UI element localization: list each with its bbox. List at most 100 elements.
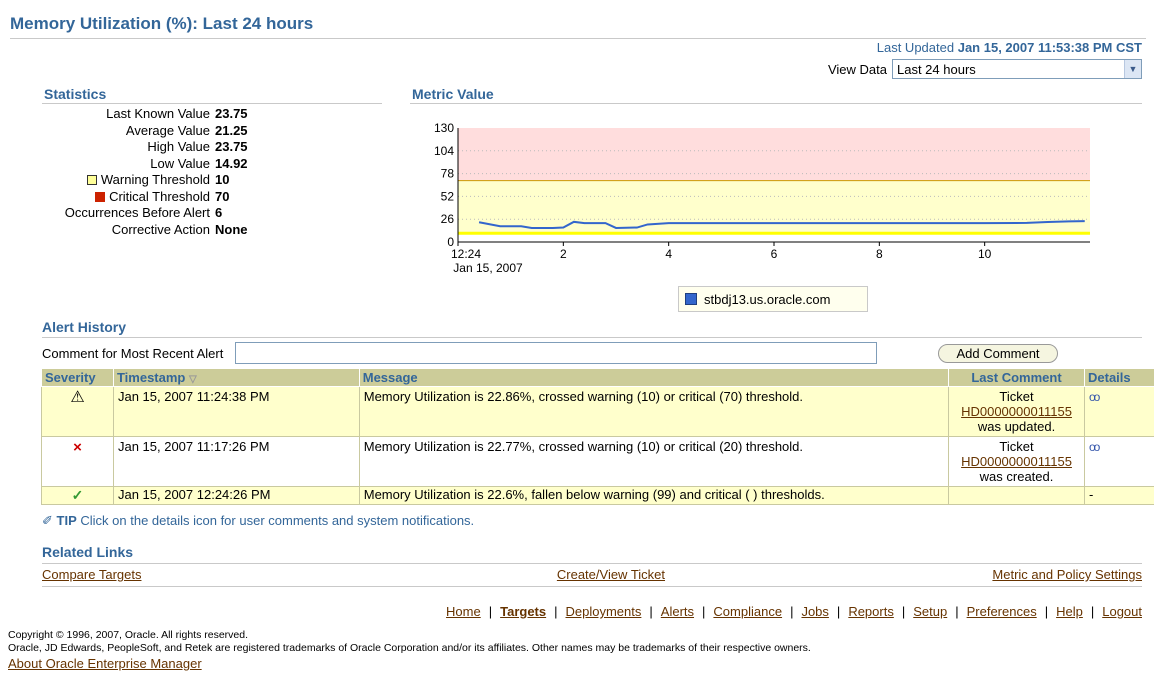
create-ticket-link[interactable]: Create/View Ticket [557,567,665,582]
x-sublabel: Jan 15, 2007 [453,261,523,275]
col-last-comment[interactable]: Last Comment [948,368,1085,387]
col-timestamp[interactable]: Timestamp ▽ [112,368,360,387]
view-data-selected: Last 24 hours [897,61,976,77]
stat-row-occurrences: Occurrences Before Alert 6 [38,205,248,222]
comment-prefix: Ticket [999,389,1034,404]
clear-check-icon: ✓ [71,487,84,503]
footer-link-logout[interactable]: Logout [1102,604,1142,619]
footer-nav: Home | Targets | Deployments | Alerts | Comp… [446,604,1142,619]
comment-input[interactable] [235,342,878,364]
footer-link-home[interactable]: Home [446,604,481,619]
footer-link-jobs[interactable]: Jobs [801,604,828,619]
stat-value: 23.75 [215,106,248,121]
footer-link-alerts[interactable]: Alerts [661,604,694,619]
warning-swatch-icon [86,175,97,185]
copyright-line-1: Copyright © 1996, 2007, Oracle. All righ… [8,629,249,641]
comment-row: Comment for Most Recent Alert [42,342,878,364]
title-divider [10,38,1146,39]
stat-label: Last Known Value [106,106,210,121]
footer-link-help[interactable]: Help [1056,604,1083,619]
y-tick-label: 104 [434,144,454,158]
tip-text: Click on the details icon for user comme… [80,513,475,528]
col-details[interactable]: Details [1084,368,1154,387]
comment-suffix: was created. [979,469,1054,484]
tip-label: TIP [56,513,77,528]
footer-link-reports[interactable]: Reports [848,604,894,619]
critical-icon: × [73,439,82,456]
stat-label-warning: Warning Threshold [38,172,215,189]
timestamp-cell: Jan 15, 2007 11:17:26 PM [112,436,360,487]
stat-value: 14.92 [215,155,248,171]
table-row: ✓ Jan 15, 2007 12:24:26 PM Memory Utiliz… [41,486,1154,505]
last-updated: Last Updated Jan 15, 2007 11:53:38 PM CS… [877,40,1142,55]
critical-band [458,128,1090,181]
stat-row-critical: Critical Threshold 70 [38,189,248,206]
page-title: Memory Utilization (%): Last 24 hours [10,14,314,33]
col-message[interactable]: Message [358,368,950,387]
metric-divider [410,103,1142,104]
about-link[interactable]: About Oracle Enterprise Manager [8,656,202,671]
metric-chart: 026527810413012:24 2 4 6 8 10Jan 15, 2007 [434,121,1090,275]
y-tick-label: 78 [441,167,455,181]
warning-label: Warning Threshold [100,172,210,187]
comment-label: Comment for Most Recent Alert [42,345,224,361]
ticket-link[interactable]: HD0000000011155 [961,404,1072,419]
ticket-link[interactable]: HD0000000011155 [961,454,1072,469]
view-data-select[interactable]: Last 24 hours ▼ [892,59,1142,79]
x-tick-label: 4 [665,247,672,261]
statistics-header: Statistics [44,86,107,102]
chevron-down-icon[interactable]: ▼ [1124,60,1141,78]
last-updated-value: Jan 15, 2007 11:53:38 PM CST [957,40,1142,55]
chart-legend: stbdj13.us.oracle.com [678,286,868,312]
warning-icon: ⚠ [70,389,85,406]
timestamp-cell: Jan 15, 2007 12:24:26 PM [112,486,360,505]
comment-suffix: was updated. [977,419,1056,434]
statistics-divider [42,103,382,104]
last-updated-label: Last Updated [876,40,955,55]
metric-policy-link[interactable]: Metric and Policy Settings [992,567,1142,582]
footer-link-targets[interactable]: Targets [500,604,546,619]
stat-value: 10 [215,172,230,187]
footer-link-preferences[interactable]: Preferences [967,604,1037,619]
message-cell: Memory Utilization is 22.86%, crossed wa… [358,386,950,437]
stat-value: 23.75 [215,139,248,154]
stat-value: 6 [215,205,223,220]
stat-label-critical: Critical Threshold [38,189,215,206]
severity-cell: ✓ [41,486,114,505]
y-tick-label: 52 [441,189,455,203]
copyright-line-2: Oracle, JD Edwards, PeopleSoft, and Rete… [8,642,811,654]
table-row: × Jan 15, 2007 11:17:26 PM Memory Utiliz… [41,436,1154,487]
stat-row-last-known: Last Known Value 23.75 [38,106,248,123]
message-cell: Memory Utilization is 22.77%, crossed wa… [358,436,950,487]
statistics-table: Last Known Value 23.75 Average Value 21.… [38,106,248,238]
stat-row-low: Low Value 14.92 [38,155,248,173]
copyright: Copyright © 1996, 2007, Oracle. All righ… [8,629,811,655]
stat-label: Occurrences Before Alert [64,205,210,220]
stat-label: High Value [147,139,210,154]
stat-row-warning: Warning Threshold 10 [38,172,248,189]
details-glasses-icon[interactable]: oo [1089,440,1100,454]
footer-link-deployments[interactable]: Deployments [566,604,642,619]
add-comment-button[interactable]: Add Comment [938,344,1058,363]
last-comment-cell: Ticket HD0000000011155 was updated. [948,386,1085,437]
col-severity[interactable]: Severity [41,368,114,387]
x-tick-label: 8 [876,247,883,261]
message-cell: Memory Utilization is 22.6%, fallen belo… [358,486,950,505]
severity-cell: ⚠ [41,386,114,437]
stat-value: 21.25 [215,122,248,138]
critical-label: Critical Threshold [109,188,210,204]
compare-targets-link[interactable]: Compare Targets [42,567,141,582]
details-glasses-icon[interactable]: oo [1089,390,1100,404]
metric-header: Metric Value [412,86,494,102]
severity-cell: × [41,436,114,487]
alert-history-divider [42,337,1142,338]
tip-line: ✐ TIP Click on the details icon for user… [42,513,474,529]
stat-label: Low Value [150,155,210,171]
footer-link-setup[interactable]: Setup [913,604,947,619]
details-cell: - [1084,486,1154,505]
footer-divider [42,586,1142,587]
last-comment-cell [948,486,1085,505]
footer-link-compliance[interactable]: Compliance [713,604,782,619]
sort-desc-icon: ▽ [189,374,197,385]
stat-label: Corrective Action [111,221,210,237]
